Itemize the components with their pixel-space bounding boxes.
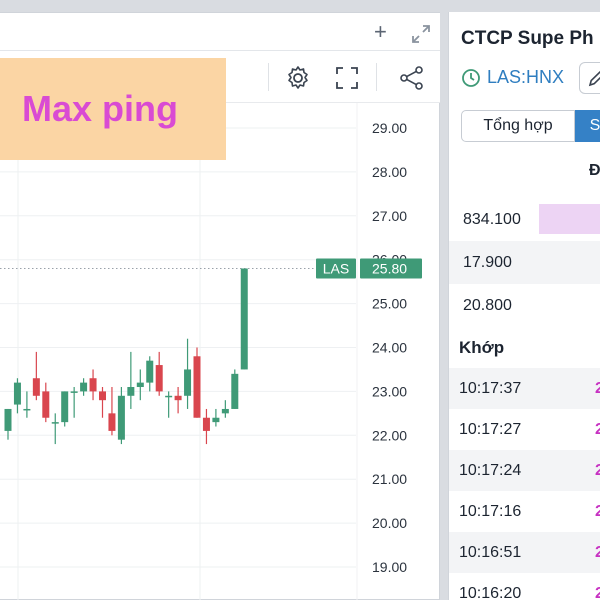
- overlay-banner: Max ping: [0, 58, 226, 160]
- candle-body: [174, 395, 182, 401]
- panel-tabs: Tổng hợp S: [461, 110, 600, 142]
- candle-body: [165, 395, 173, 398]
- trade-time: 10:16:20: [459, 584, 522, 600]
- trade-time: 10:17:24: [459, 461, 522, 479]
- trade-price: 2: [595, 585, 600, 600]
- trade-time: 10:17:37: [459, 379, 522, 397]
- candle-body: [32, 378, 40, 396]
- trades-section-title: Khớp: [459, 338, 505, 357]
- y-tick-label: 23.00: [372, 383, 407, 399]
- candle-body: [231, 373, 239, 409]
- trade-price: 2: [595, 503, 600, 521]
- candle-body: [240, 268, 248, 370]
- y-tick-label: 28.00: [372, 164, 407, 180]
- ticker-row: LAS:HNX: [461, 67, 564, 88]
- pencil-icon: [588, 70, 600, 87]
- chart-panel: + 29.00 28.00 27.00 25.00 24.00 23.00 22…: [0, 12, 440, 600]
- candle-body: [99, 391, 106, 401]
- ticker-tag: LAS: [323, 260, 349, 276]
- trade-row: 10:17:24 2: [449, 450, 600, 491]
- candle-body: [221, 408, 229, 414]
- trade-time: 10:16:51: [459, 543, 522, 561]
- volume-value: 17.900: [463, 253, 512, 271]
- candle-body: [70, 391, 78, 393]
- candle-body: [117, 395, 125, 440]
- candle-body: [23, 408, 31, 411]
- trade-row: 10:16:20 2: [449, 573, 600, 600]
- trade-price: 2: [595, 544, 600, 562]
- volume-value: 834.100: [463, 210, 521, 228]
- candle-body: [89, 378, 97, 392]
- candle-body: [13, 382, 21, 405]
- candle-body: [136, 382, 144, 388]
- candle-body: [108, 413, 116, 431]
- candle-body: [155, 365, 163, 392]
- candle-body: [80, 382, 88, 392]
- trade-price: 2: [595, 462, 600, 480]
- candle-body: [212, 417, 220, 423]
- trade-time: 10:17:16: [459, 502, 522, 520]
- tab-second[interactable]: S: [575, 110, 600, 142]
- trade-row: 10:17:37 2: [449, 368, 600, 409]
- edit-button[interactable]: [579, 62, 600, 94]
- volume-bar: [539, 204, 600, 234]
- candle-body: [146, 360, 154, 383]
- tab-summary[interactable]: Tổng hợp: [461, 110, 575, 142]
- stock-info-panel: CTCP Supe Ph LAS:HNX Tổng hợp S Đ 834.10…: [448, 12, 600, 600]
- ticker-symbol[interactable]: LAS:HNX: [487, 67, 564, 88]
- candle-body: [4, 408, 12, 431]
- y-tick-label: 20.00: [372, 515, 407, 531]
- y-tick-label: 29.00: [372, 120, 407, 136]
- trade-price: 2: [595, 421, 600, 439]
- trade-price: 2: [595, 380, 600, 398]
- candle-body: [193, 356, 201, 418]
- last-price-label: 25.80: [372, 260, 407, 276]
- trade-row: 10:17:27 2: [449, 409, 600, 450]
- candle-body: [51, 422, 59, 424]
- y-tick-label: 21.00: [372, 471, 407, 487]
- y-tick-label: 19.00: [372, 559, 407, 575]
- y-tick-label: 24.00: [372, 340, 407, 356]
- volume-row: 834.100: [449, 198, 600, 241]
- volume-row: 20.800: [449, 284, 600, 327]
- volume-row: 17.900: [449, 241, 600, 284]
- trade-row: 10:16:51 2: [449, 532, 600, 573]
- volume-value: 20.800: [463, 296, 512, 314]
- candle-body: [184, 369, 192, 396]
- candle-body: [61, 391, 69, 423]
- company-name: CTCP Supe Ph: [461, 28, 594, 49]
- candle-body: [202, 417, 210, 431]
- y-tick-label: 25.00: [372, 296, 407, 312]
- candle-body: [127, 387, 135, 396]
- candle-body: [42, 391, 50, 418]
- clock-icon: [462, 68, 480, 87]
- overlay-label: Max ping: [22, 88, 179, 129]
- trade-row: 10:17:16 2: [449, 491, 600, 532]
- trade-time: 10:17:27: [459, 420, 522, 438]
- y-tick-label: 27.00: [372, 208, 407, 224]
- y-tick-label: 22.00: [372, 427, 407, 443]
- column-header: Đ: [589, 162, 600, 179]
